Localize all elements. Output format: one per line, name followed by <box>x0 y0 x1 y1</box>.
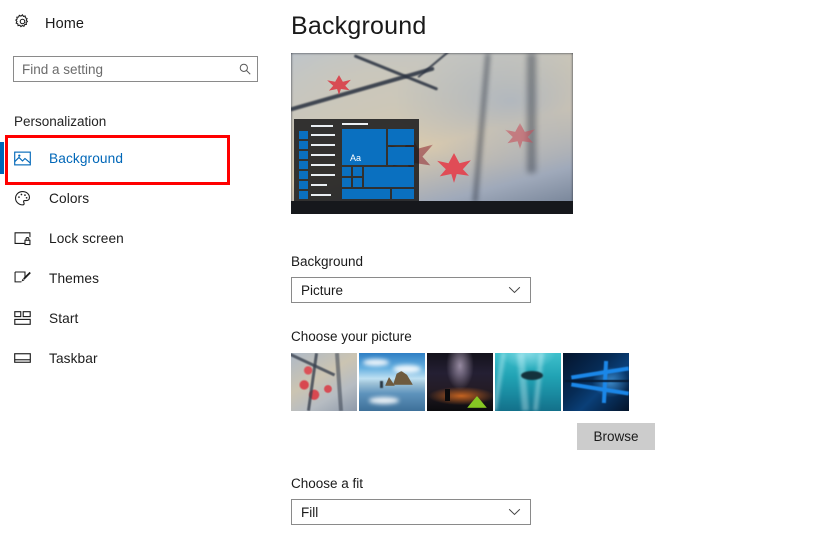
background-preview: Aa <box>291 53 573 214</box>
picture-thumbnail-list <box>291 353 629 411</box>
thumbnail-windows-hero[interactable] <box>563 353 629 411</box>
sidebar-item-start[interactable]: Start <box>0 298 285 338</box>
thumbnail-underwater[interactable] <box>495 353 561 411</box>
start-tiles-icon <box>14 310 31 327</box>
fit-field-label: Choose a fit <box>291 476 364 491</box>
sidebar-item-home[interactable]: Home <box>14 12 84 36</box>
preview-tile <box>353 167 362 176</box>
thumbnail-beach-rock[interactable] <box>359 353 425 411</box>
background-type-dropdown[interactable]: Picture <box>291 277 531 303</box>
preview-tile <box>388 129 414 145</box>
sidebar: Home Personalization <box>0 0 285 540</box>
thumbnail-diver <box>521 371 543 380</box>
main-content: Background Aa Background Picture Choose … <box>285 0 814 540</box>
preview-start-menu: Aa <box>294 119 419 201</box>
preview-tile <box>342 178 351 187</box>
search-input[interactable] <box>14 57 233 81</box>
sidebar-item-label: Lock screen <box>49 230 124 246</box>
section-title: Personalization <box>14 114 107 129</box>
preview-tile <box>342 189 390 199</box>
thumbnail-tent <box>467 396 487 408</box>
search-box[interactable] <box>13 56 258 82</box>
sidebar-item-themes[interactable]: Themes <box>0 258 285 298</box>
chevron-down-icon <box>508 503 521 521</box>
chevron-down-icon <box>508 281 521 299</box>
thumbnail-silhouette <box>445 389 450 401</box>
sidebar-item-label: Taskbar <box>49 350 98 366</box>
sidebar-item-lock-screen[interactable]: Lock screen <box>0 218 285 258</box>
choose-picture-label: Choose your picture <box>291 329 412 344</box>
background-field-label: Background <box>291 254 364 269</box>
preview-tile <box>342 167 351 176</box>
sidebar-item-label: Colors <box>49 190 90 206</box>
lock-screen-icon <box>14 230 31 247</box>
selection-indicator <box>0 142 4 174</box>
preview-tile <box>364 167 414 187</box>
page-title: Background <box>291 12 427 40</box>
settings-window: Home Personalization <box>0 0 814 540</box>
sidebar-item-taskbar[interactable]: Taskbar <box>0 338 285 378</box>
sidebar-item-colors[interactable]: Colors <box>0 178 285 218</box>
sidebar-item-label: Themes <box>49 270 100 286</box>
taskbar-icon <box>14 350 31 367</box>
preview-branch <box>527 53 536 173</box>
palette-icon <box>14 190 31 207</box>
preview-tile <box>353 178 362 187</box>
preview-start-tiles: Aa <box>342 123 415 199</box>
picture-icon <box>14 150 31 167</box>
preview-tile-text: Aa <box>350 153 362 163</box>
fit-value: Fill <box>301 504 319 520</box>
gear-icon <box>14 13 31 35</box>
sidebar-item-label: Background <box>49 150 124 166</box>
thumbnail-milky-way-camp[interactable] <box>427 353 493 411</box>
preview-taskbar <box>291 201 573 214</box>
background-type-value: Picture <box>301 282 344 298</box>
home-label: Home <box>45 16 85 32</box>
sidebar-item-background[interactable]: Background <box>0 138 285 178</box>
thumbnail-autumn-leaves[interactable] <box>291 353 357 411</box>
preview-tile: Aa <box>342 129 386 165</box>
preview-tile <box>388 147 414 165</box>
fit-dropdown[interactable]: Fill <box>291 499 531 525</box>
themes-brush-icon <box>14 270 31 287</box>
search-icon <box>233 62 257 76</box>
browse-button[interactable]: Browse <box>577 423 655 450</box>
sidebar-item-label: Start <box>49 310 79 326</box>
preview-tile <box>392 189 414 199</box>
preview-tile-header <box>342 123 368 125</box>
sidebar-nav: Background Colors Lock screen Themes Sta… <box>0 138 285 378</box>
preview-start-left-column <box>299 123 337 199</box>
